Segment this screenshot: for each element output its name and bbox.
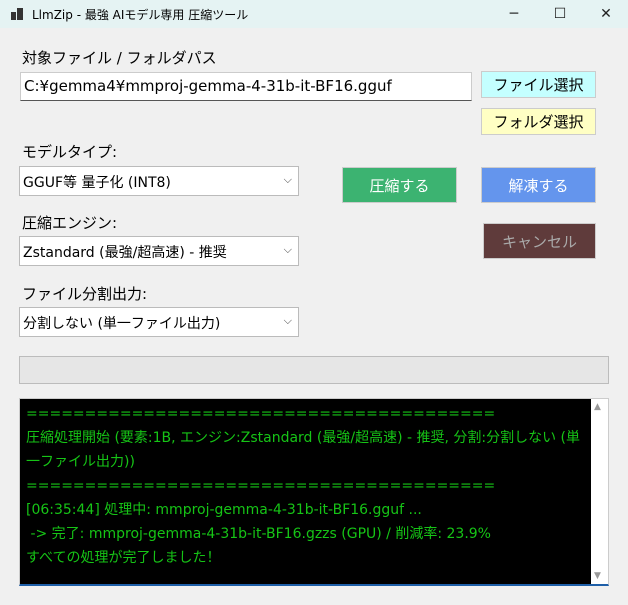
model-type-select[interactable]: GGUF等 量子化 (INT8) ⌵: [19, 166, 299, 196]
engine-label: 圧縮エンジン:: [22, 214, 118, 232]
scroll-up-icon[interactable]: ▲: [594, 402, 601, 412]
engine-value: Zstandard (最強/超高速) - 推奨: [23, 245, 227, 261]
log-scrollbar[interactable]: ▲ ▼: [591, 399, 608, 584]
log-line: ========================================: [26, 478, 496, 494]
model-type-value: GGUF等 量子化 (INT8): [23, 175, 171, 191]
log-line: [06:35:44] 処理中: mmproj-gemma-4-31b-it-BF…: [26, 502, 422, 518]
split-label: ファイル分割出力:: [22, 285, 148, 303]
compress-button[interactable]: 圧縮する: [342, 167, 457, 203]
model-type-label: モデルタイプ:: [22, 143, 118, 161]
log-line: すべての処理が完了しました！: [26, 550, 221, 566]
minimize-button[interactable]: ─: [491, 0, 537, 28]
chevron-down-icon: ⌵: [283, 173, 292, 186]
engine-select[interactable]: Zstandard (最強/超高速) - 推奨 ⌵: [19, 236, 299, 266]
log-output[interactable]: ========================================…: [19, 398, 609, 586]
chevron-down-icon: ⌵: [283, 243, 292, 256]
app-icon: [11, 8, 23, 20]
window-title: LlmZip - 最強 AIモデル専用 圧縮ツール: [32, 8, 249, 22]
select-folder-button[interactable]: フォルダ選択: [481, 108, 596, 135]
chevron-down-icon: ⌵: [283, 314, 292, 327]
select-file-button[interactable]: ファイル選択: [481, 71, 596, 98]
scroll-down-icon[interactable]: ▼: [594, 571, 601, 581]
log-line: ========================================: [26, 406, 496, 422]
log-line: -> 完了: mmproj-gemma-4-31b-it-BF16.gzzs (…: [26, 526, 491, 542]
split-value: 分割しない (単一ファイル出力): [23, 316, 221, 332]
path-input[interactable]: C:¥gemma4¥mmproj-gemma-4-31b-it-BF16.ggu…: [20, 72, 472, 101]
log-lines: ========================================…: [26, 402, 586, 570]
close-button[interactable]: ✕: [583, 0, 628, 28]
split-select[interactable]: 分割しない (単一ファイル出力) ⌵: [19, 307, 299, 337]
progress-bar: [19, 356, 609, 384]
log-line: 圧縮処理開始 (要素:1B, エンジン:Zstandard (最強/超高速) -…: [26, 430, 581, 470]
cancel-button[interactable]: キャンセル: [483, 223, 596, 259]
decompress-button[interactable]: 解凍する: [481, 167, 596, 203]
title-bar: LlmZip - 最強 AIモデル専用 圧縮ツール ─ ☐ ✕: [0, 0, 628, 28]
maximize-button[interactable]: ☐: [537, 0, 583, 28]
path-label: 対象ファイル / フォルダパス: [22, 49, 217, 67]
